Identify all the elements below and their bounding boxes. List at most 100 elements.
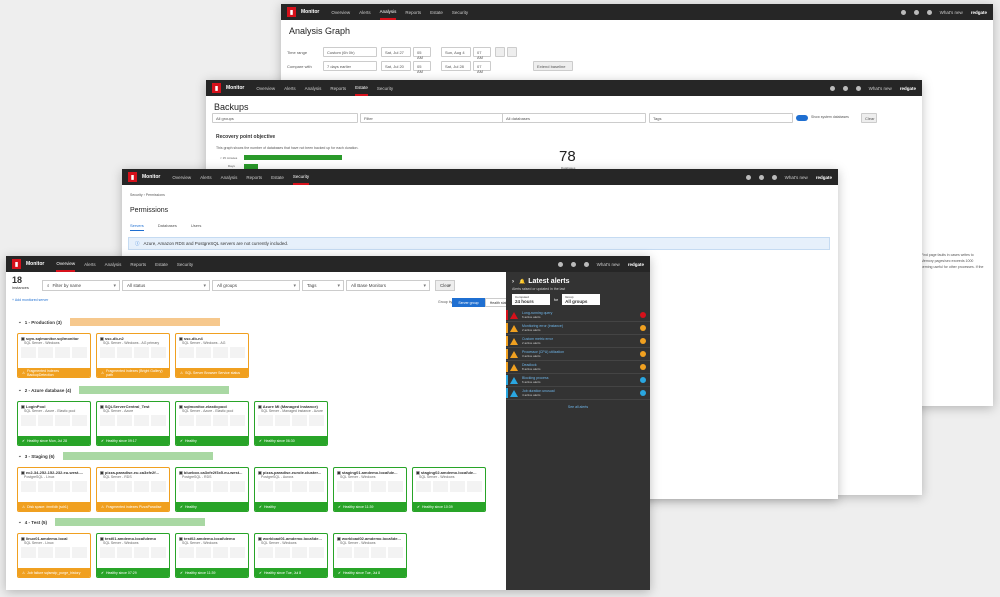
instance-card[interactable]: ▣ workload02.amdemo.local\de... SQL Serve… [333,533,407,578]
tags-input[interactable]: Tags [649,113,793,123]
instance-card[interactable]: ▣ staging01.amdemo.local\de... SQL Server… [333,467,407,512]
whats-new-link[interactable]: What's new [785,175,808,180]
nav-reports[interactable]: Reports [246,169,262,185]
nav-alerts[interactable]: Alerts [200,169,212,185]
nav-alerts[interactable]: Alerts [284,80,296,96]
collapse-icon[interactable]: › [512,279,514,285]
search-input[interactable]: ⌕ Filter by name [42,280,120,291]
server-group-header[interactable]: ⌄ 3 - Staging (6) [18,452,213,460]
instance-card[interactable]: ▣ pizza-paradise-eu.ca3xfe2f... SQL Serve… [96,467,170,512]
nav-prev-button[interactable] [495,47,505,57]
settings-icon[interactable] [900,9,906,15]
extend-baseline-button[interactable]: Extend baseline [533,61,573,71]
nav-overview[interactable]: Overview [331,4,350,20]
groups-select[interactable]: All groups [212,280,300,291]
nav-analysis[interactable]: Analysis [305,80,322,96]
alert-item[interactable]: Custom metric error 2 active alerts [506,335,650,348]
whats-new-link[interactable]: What's new [869,86,892,91]
whats-new-link[interactable]: What's new [597,262,620,267]
tags-select[interactable]: Tags [302,280,344,291]
compare-select[interactable]: 7 days earlier [323,61,377,71]
nav-analysis[interactable]: Analysis [379,4,397,20]
base-monitors-select[interactable]: All Base Monitors [346,280,430,291]
alert-item[interactable]: Blocking process 6 active alerts [506,374,650,387]
system-databases-toggle[interactable] [796,115,808,121]
instance-card[interactable]: ▣ test01.amdemo.local\demo SQL Server - W… [96,533,170,578]
instance-card[interactable]: ▣ staging02.amdemo.local\de... SQL Server… [412,467,486,512]
from-time[interactable]: 05 AM [413,47,431,60]
nav-alerts[interactable]: Alerts [359,4,371,20]
to-time[interactable]: 07 AM [473,47,491,60]
whats-new-link[interactable]: What's new [940,10,963,15]
nav-overview[interactable]: Overview [256,80,275,96]
help-icon[interactable] [842,85,848,91]
collapse-icon[interactable]: ⌄ [18,453,22,459]
nav-reports[interactable]: Reports [405,4,421,20]
compare-to-time[interactable]: 07 AM [473,61,491,74]
notifications-icon[interactable] [926,9,932,15]
to-date[interactable]: Sun, Aug 4 [441,47,471,57]
server-group-header[interactable]: ⌄ 2 - Azure database (4) [18,386,230,394]
nav-estate[interactable]: Estate [271,169,284,185]
notifications-icon[interactable] [583,261,589,267]
compare-to-date[interactable]: Sat, Jul 28 [441,61,471,71]
settings-icon[interactable] [745,174,751,180]
clear-button[interactable]: Clear [861,113,877,123]
compare-from-date[interactable]: Sat, Jul 20 [381,61,411,71]
add-server-link[interactable]: + Add monitored server [12,298,48,302]
collapse-icon[interactable]: ⌄ [18,319,22,325]
instance-card[interactable]: ▣ sqlmonitor-elasticpool SQL Server - Azu… [175,401,249,446]
compare-from-time[interactable]: 05 AM [413,61,431,74]
settings-icon[interactable] [557,261,563,267]
notifications-icon[interactable] [855,85,861,91]
breadcrumb-security[interactable]: Security [130,193,143,197]
databases-select[interactable]: All databases [502,113,646,123]
nav-estate[interactable]: Estate [355,80,368,96]
clear-button[interactable]: Clear [435,280,455,291]
see-all-alerts-link[interactable]: See all alerts [506,400,650,409]
collapse-icon[interactable]: ⌄ [18,519,22,525]
nav-estate[interactable]: Estate [155,256,168,272]
instance-card[interactable]: ▣ ssc-db-n2 SQL Server - Windows - AG pri… [96,333,170,378]
help-icon[interactable] [570,261,576,267]
nav-reports[interactable]: Reports [330,80,346,96]
nav-security[interactable]: Security [292,169,310,185]
instance-card[interactable]: ▣ workload01.amdemo.local\de... SQL Serve… [254,533,328,578]
groups-select[interactable]: All groups [212,113,358,123]
alert-item[interactable]: Processor (CPU) utilization 3 active aler… [506,348,650,361]
nav-estate[interactable]: Estate [430,4,443,20]
nav-overview[interactable]: Overview [56,256,76,272]
instance-card[interactable]: ▣ test02.amdemo.local\demo SQL Server - W… [175,533,249,578]
settings-icon[interactable] [829,85,835,91]
collapse-icon[interactable]: ⌄ [18,387,22,393]
instance-card[interactable]: ▣ pizza-paradise-eurole.cluster... Postgr… [254,467,328,512]
instance-card[interactable]: ▣ sqm-sqlmonitor.sql/monitor SQL Server -… [17,333,91,378]
alert-group-select[interactable]: Group All groups [562,294,601,305]
nav-alerts[interactable]: Alerts [84,256,96,272]
alert-item[interactable]: Job duration unusual 4 active alerts [506,387,650,400]
instance-card[interactable]: ▣ SQLServerCentral_Test SQL Server - Azur… [96,401,170,446]
instance-card[interactable]: ▣ bluebox.ca3xfe2f3x5.eu-west... PostgreS… [175,467,249,512]
help-icon[interactable] [758,174,764,180]
alert-item[interactable]: Long-running query 6 active alerts [506,309,650,322]
timeframe-select[interactable]: Computed 24 hours [512,294,550,305]
time-range-select[interactable]: Custom (6h 0h) [323,47,377,57]
nav-security[interactable]: Security [452,4,468,20]
notifications-icon[interactable] [771,174,777,180]
instance-card[interactable]: ▣ LoginPool SQL Server - Azure - Elastic … [17,401,91,446]
nav-next-button[interactable] [507,47,517,57]
alert-item[interactable]: Monitoring error (instance) 2 active aler… [506,322,650,335]
nav-analysis[interactable]: Analysis [221,169,238,185]
from-date[interactable]: Sat, Jul 27 [381,47,411,57]
instance-card[interactable]: ▣ ssc-db-n4 SQL Server - Windows - AG ⚠ SQL… [175,333,249,378]
alert-item[interactable]: Deadlock 8 active alerts [506,361,650,374]
nav-security[interactable]: Security [377,80,393,96]
instance-card[interactable]: ▣ linux01.amdemo.local SQL Server - Linux… [17,533,91,578]
tab-servers[interactable]: Servers [130,223,144,231]
tab-users[interactable]: Users [191,223,201,231]
tab-databases[interactable]: Databases [158,223,177,231]
instance-card[interactable]: ▣ ec2-34-252-152-232.eu-west-... PostgreS… [17,467,91,512]
instance-card[interactable]: ▣ Azure MI (Managed Instance) SQL Server … [254,401,328,446]
filter-input[interactable]: Filter [360,113,506,123]
help-icon[interactable] [913,9,919,15]
